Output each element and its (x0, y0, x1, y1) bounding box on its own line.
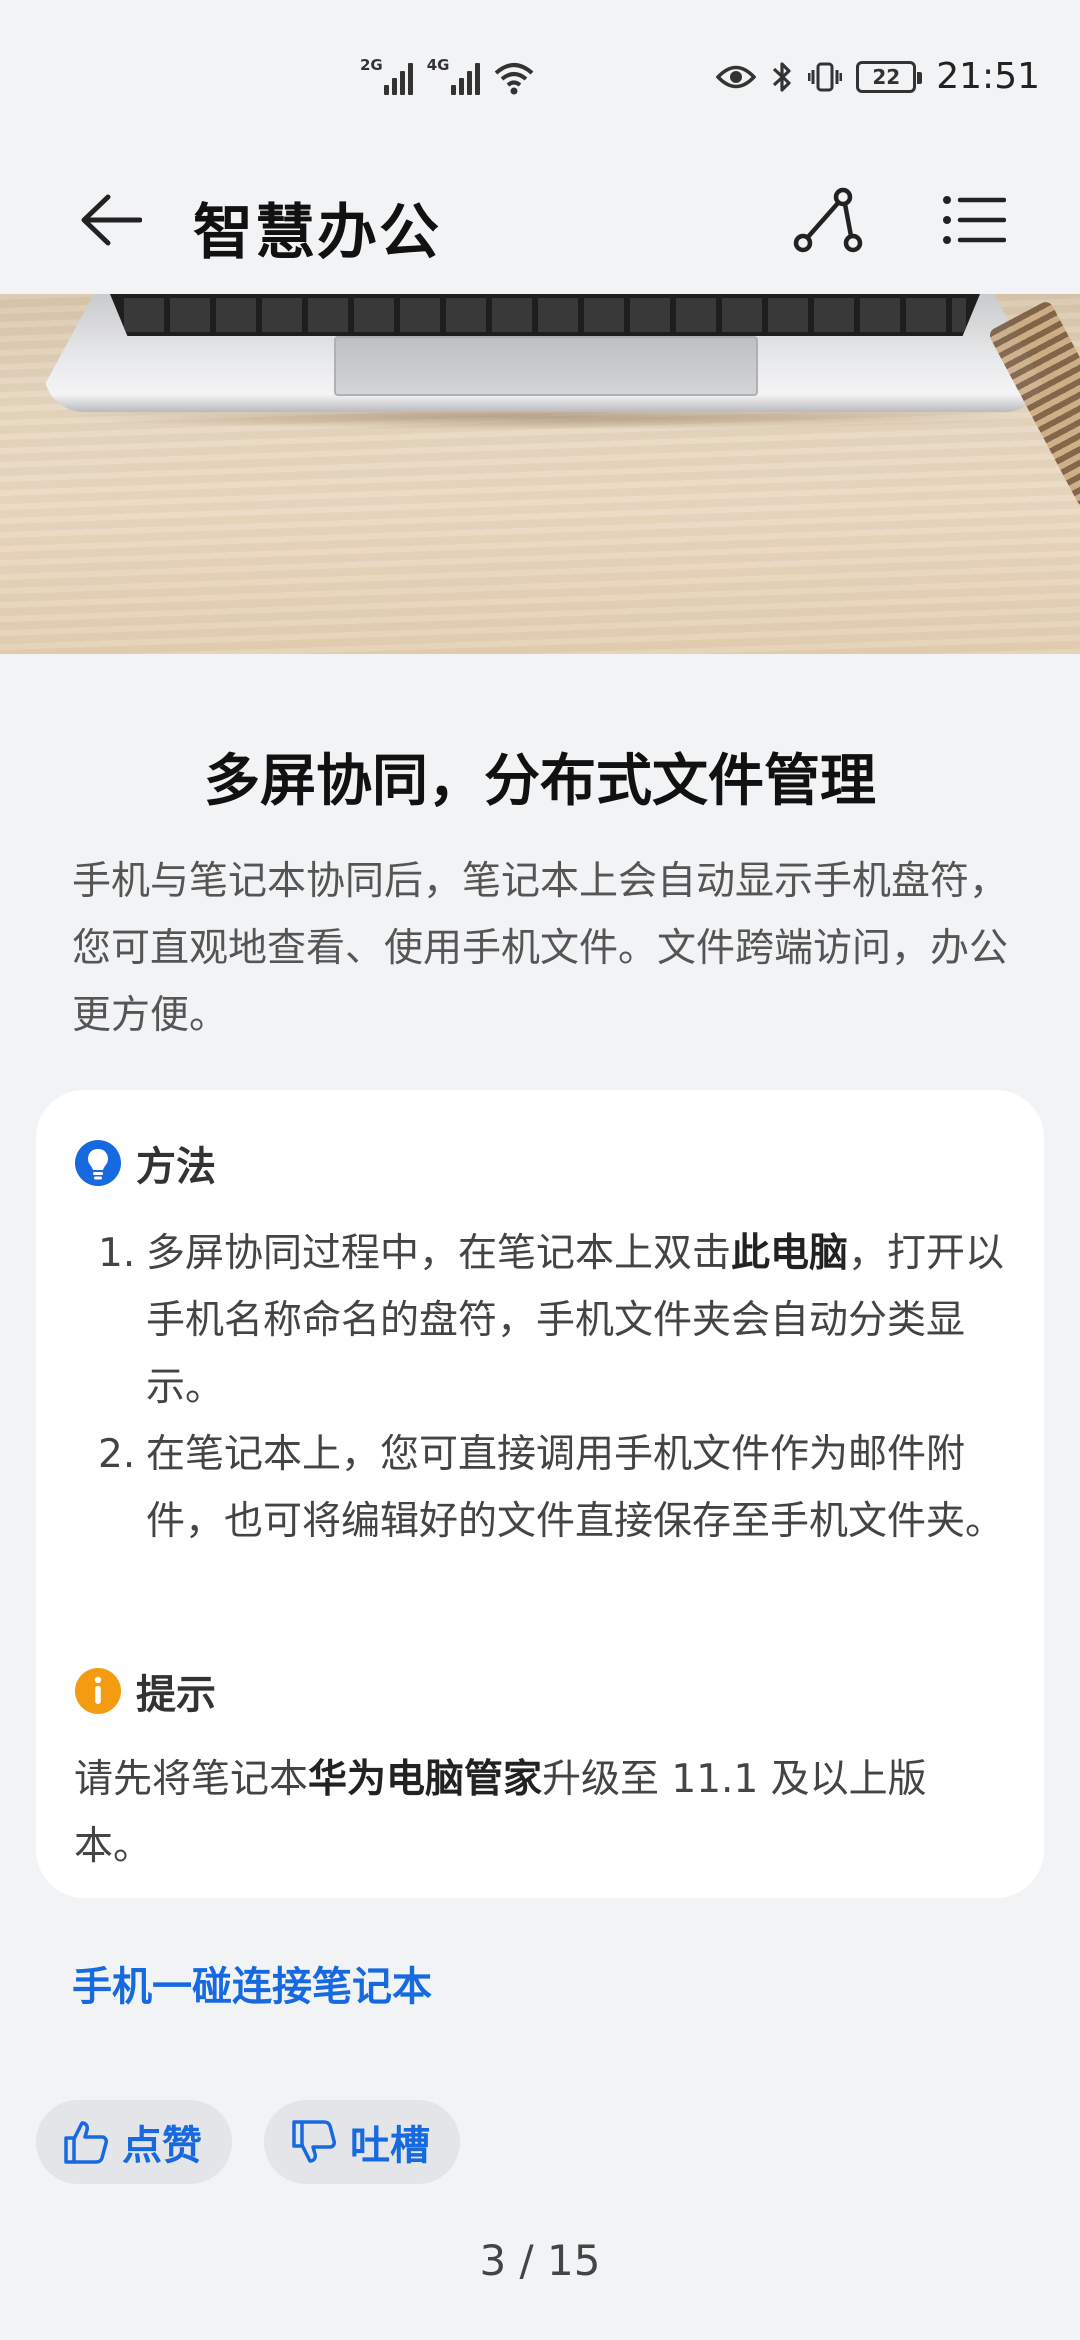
like-button[interactable]: 点赞 (36, 2100, 232, 2184)
step-number: 1. (98, 1231, 136, 1276)
network-1: 2G (360, 58, 413, 95)
wifi-icon (494, 63, 533, 95)
article-headline: 多屏协同，分布式文件管理 (204, 749, 876, 814)
status-time: 21:51 (936, 56, 1040, 97)
like-label: 点赞 (122, 2123, 202, 2169)
app-bar: 智慧办公 (0, 150, 1080, 294)
laptop-trackpad (334, 336, 758, 396)
info-card: 方法 1. 多屏协同过程中，在笔记本上双击此电脑，打开以手机名称命名的盘符，手机… (36, 1090, 1044, 1898)
lightbulb-icon (75, 1140, 121, 1186)
eye-comfort-icon (716, 65, 757, 88)
bluetooth-icon (773, 61, 791, 92)
battery-level: 22 (872, 64, 901, 89)
vibrate-icon (808, 62, 843, 91)
menu-button[interactable] (932, 178, 1016, 262)
dislike-button[interactable]: 吐槽 (264, 2100, 460, 2184)
method-heading-text: 方法 (136, 1144, 216, 1190)
tip-bold-text: 华为电脑管家 (308, 1757, 543, 1802)
tip-heading-text: 提示 (136, 1672, 216, 1718)
back-arrow-icon (81, 194, 142, 246)
signal-bars-icon (450, 61, 480, 95)
step-item: 1. 多屏协同过程中，在笔记本上双击此电脑，打开以手机名称命名的盘符，手机文件夹… (98, 1220, 1028, 1421)
step-text: 在笔记本上，您可直接调用手机文件作为邮件附件，也可将编辑好的文件直接保存至手机文… (146, 1432, 1005, 1544)
method-steps: 1. 多屏协同过程中，在笔记本上双击此电脑，打开以手机名称命名的盘符，手机文件夹… (98, 1220, 1028, 1555)
network-1-label: 2G (360, 56, 383, 74)
page-title: 智慧办公 (193, 198, 441, 268)
thumbs-up-icon (64, 2121, 108, 2164)
dislike-label: 吐槽 (350, 2123, 430, 2169)
network-2: 4G (427, 58, 480, 95)
thumbs-down-icon (292, 2120, 336, 2163)
related-link[interactable]: 手机一碰连接笔记本 (72, 1954, 432, 2012)
info-icon (75, 1668, 121, 1714)
article-description: 手机与笔记本协同后，笔记本上会自动显示手机盘符，您可直观地查看、使用手机文件。文… (72, 859, 1009, 1038)
step-number: 2. (98, 1432, 136, 1477)
share-button[interactable] (786, 178, 870, 262)
tip-section-heading: 提示 (74, 1662, 216, 1720)
step-bold-text: 此电脑 (731, 1231, 849, 1276)
signal-bars-icon (383, 61, 413, 95)
tip-text-part: 请先将笔记本 (74, 1757, 309, 1802)
step-text: 多屏协同过程中，在笔记本上双击 (146, 1231, 732, 1276)
status-bar: 2G 4G 22 21:51 (0, 0, 1080, 150)
list-menu-icon (943, 196, 1006, 244)
tip-text: 请先将笔记本华为电脑管家升级至 11.1 及以上版本。 (74, 1746, 1004, 1880)
status-icons: 22 21:51 (716, 56, 1040, 97)
hero-image (0, 294, 1080, 654)
back-button[interactable] (70, 180, 150, 260)
method-section-heading: 方法 (74, 1134, 216, 1192)
signal-cluster: 2G 4G (360, 58, 534, 95)
laptop-keyboard (110, 294, 980, 336)
network-2-label: 4G (426, 56, 450, 74)
step-item: 2. 在笔记本上，您可直接调用手机文件作为邮件附件，也可将编辑好的文件直接保存至… (98, 1421, 1028, 1555)
battery-icon: 22 (856, 60, 923, 93)
page-indicator: 3 / 15 (479, 2236, 601, 2285)
share-branch-icon (793, 187, 863, 253)
